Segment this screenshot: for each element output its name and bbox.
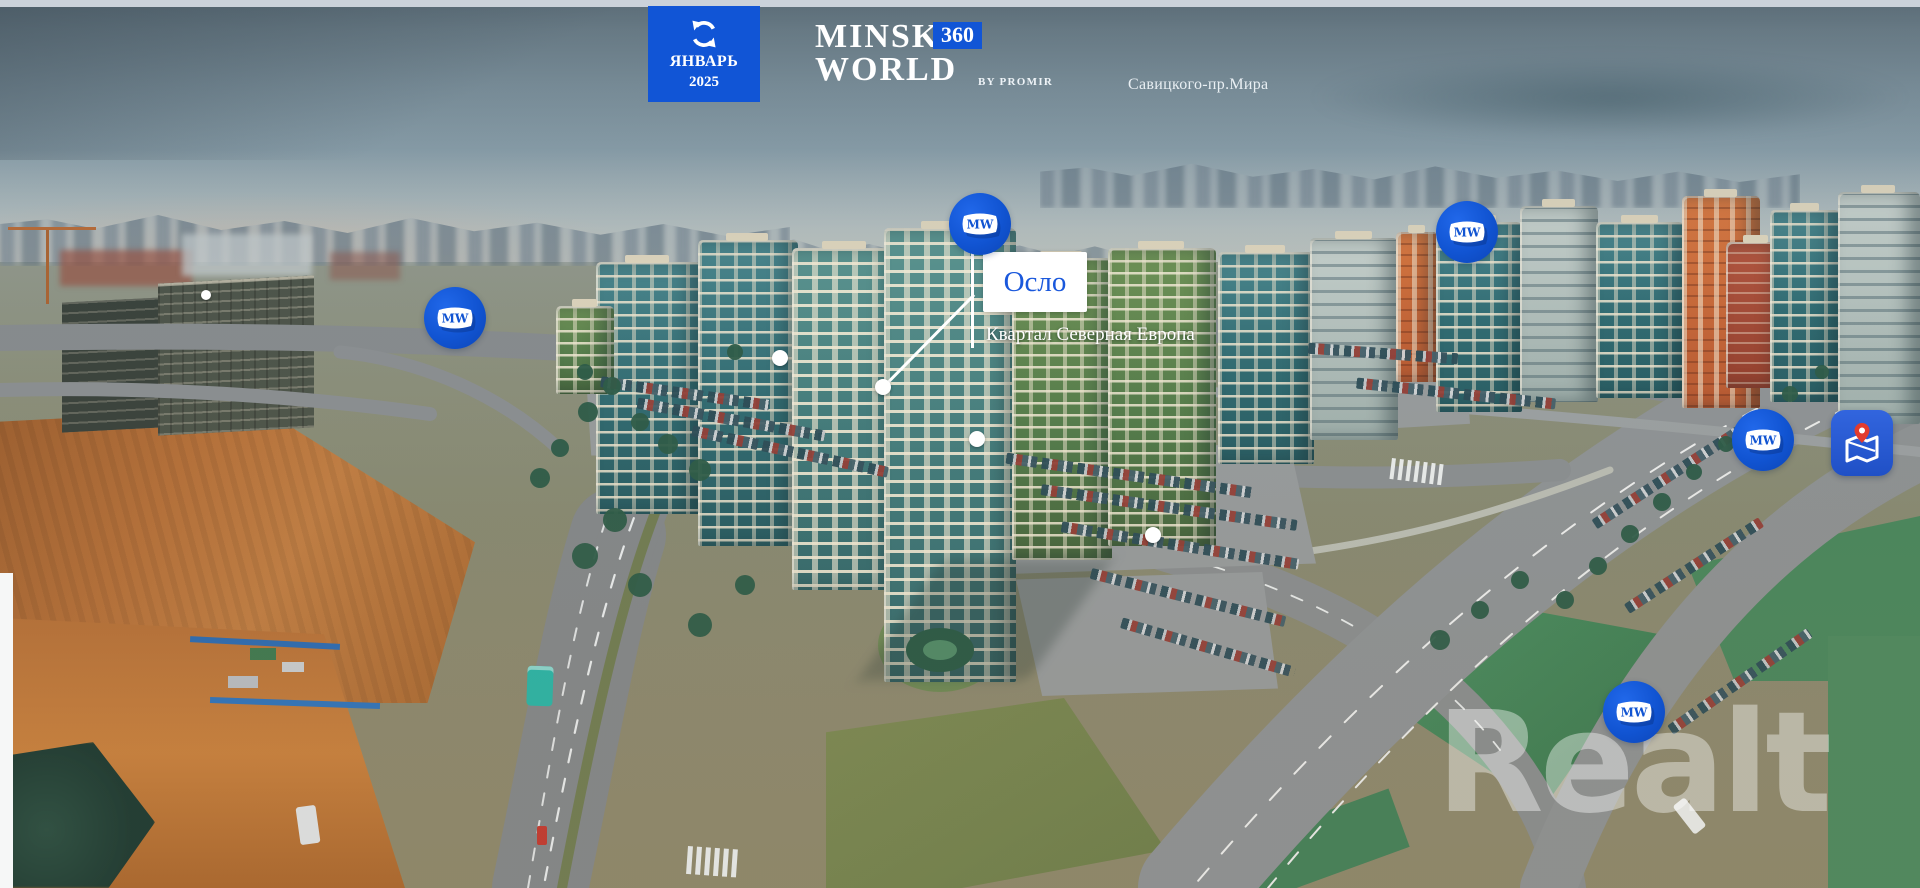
mw-marker[interactable]: MW — [424, 287, 486, 349]
quarter-subtitle: Квартал Северная Европа — [986, 324, 1195, 346]
svg-text:MW: MW — [1621, 706, 1648, 720]
date-badge[interactable]: ЯНВАРЬ 2025 — [648, 6, 760, 102]
logo-word-world: WORLD — [815, 53, 957, 87]
minsk-world-logo[interactable]: MINSK 360 WORLD BY PROMIR — [815, 20, 1075, 96]
top-edge-strip — [0, 0, 1920, 7]
mw-flag-icon: MW — [1743, 426, 1783, 454]
mw-marker[interactable]: MW — [1603, 681, 1665, 743]
refresh-icon — [688, 18, 720, 50]
mw-flag-icon: MW — [1447, 218, 1487, 246]
badge-year: 2025 — [689, 74, 719, 91]
svg-text:MW: MW — [1750, 434, 1777, 448]
quarter-label-oslo[interactable]: Осло — [983, 252, 1087, 312]
building-dot[interactable] — [772, 350, 788, 366]
building-dot[interactable] — [969, 431, 985, 447]
panorama-edge — [0, 573, 13, 888]
svg-text:MW: MW — [442, 312, 469, 326]
mw-flag-icon: MW — [435, 304, 475, 332]
building-dot[interactable] — [1145, 527, 1161, 543]
badge-month: ЯНВАРЬ — [670, 53, 739, 71]
mw-marker[interactable]: MW — [1436, 201, 1498, 263]
logo-byline: BY PROMIR — [978, 76, 1053, 88]
bush-center — [923, 640, 957, 660]
mw-marker[interactable]: MW — [949, 193, 1011, 255]
svg-text:MW: MW — [967, 218, 994, 232]
map-icon — [1841, 421, 1883, 465]
svg-text:MW: MW — [1454, 226, 1481, 240]
mw-marker[interactable]: MW — [1732, 409, 1794, 471]
mw-flag-icon: MW — [1614, 698, 1654, 726]
tree-cluster — [530, 344, 1829, 650]
building-dot[interactable] — [201, 290, 211, 300]
building-dot[interactable] — [875, 379, 891, 395]
mw-flag-icon: MW — [960, 210, 1000, 238]
logo-360-badge: 360 — [933, 22, 982, 49]
panorama-viewport[interactable]: Realt ЯНВАРЬ 2025 MINSK 360 WORLD BY PRO… — [0, 0, 1920, 888]
logo-word-minsk: MINSK — [815, 20, 940, 54]
location-label: Савицкого-пр.Мира — [1128, 76, 1268, 94]
map-button[interactable] — [1831, 410, 1893, 476]
callout-line — [971, 252, 974, 348]
